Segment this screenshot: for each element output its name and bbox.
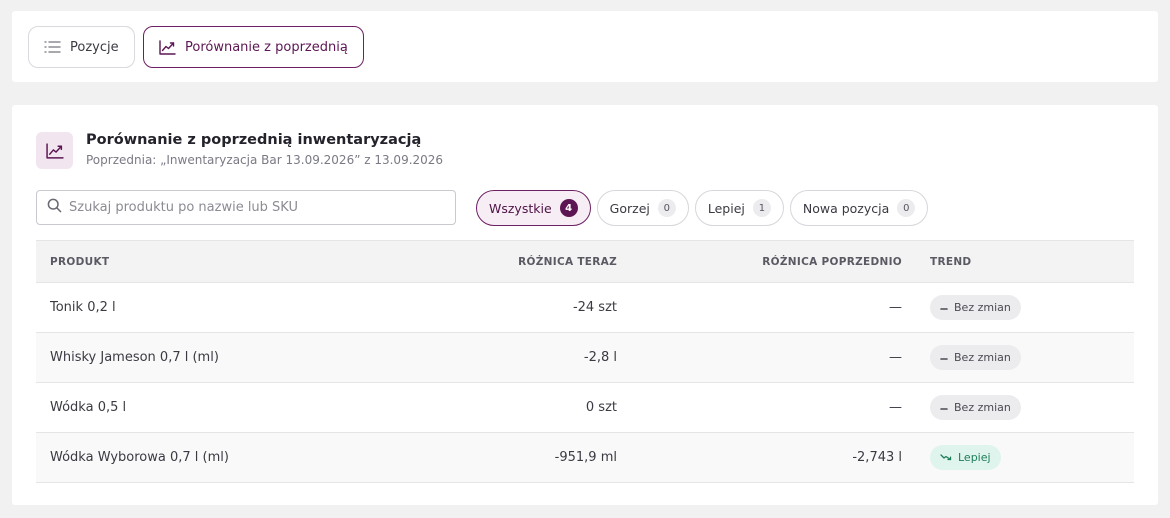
trend-label: Bez zmian bbox=[954, 401, 1011, 414]
diff-now-value: -951,9 ml bbox=[406, 432, 631, 483]
dash-icon bbox=[940, 351, 948, 364]
column-header-diff-now[interactable]: RÓŻNICA TERAZ bbox=[406, 240, 631, 283]
table-row[interactable]: Wódka Wyborowa 0,7 l (ml) -951,9 ml -2,7… bbox=[36, 432, 1134, 483]
filter-chips: Wszystkie 4 Gorzej 0 Lepiej 1 Nowa pozyc… bbox=[476, 190, 929, 226]
trend-cell: Bez zmian bbox=[916, 282, 1134, 333]
list-icon bbox=[44, 40, 61, 54]
product-name: Wódka Wyborowa 0,7 l (ml) bbox=[36, 432, 406, 483]
tab-pozycje-label: Pozycje bbox=[70, 39, 119, 55]
comparison-card: Porównanie z poprzednią inwentaryzacją P… bbox=[12, 105, 1158, 505]
product-name: Tonik 0,2 l bbox=[36, 282, 406, 333]
search-input[interactable] bbox=[69, 200, 449, 215]
table-row[interactable]: Wódka 0,5 l 0 szt — Bez zmian bbox=[36, 382, 1134, 433]
diff-prev-value: — bbox=[631, 332, 916, 383]
tab-pozycje[interactable]: Pozycje bbox=[28, 26, 135, 68]
diff-prev-value: -2,743 l bbox=[631, 432, 916, 483]
filter-count-badge: 0 bbox=[657, 199, 676, 217]
filter-label: Wszystkie bbox=[489, 200, 552, 216]
trend-chart-icon bbox=[159, 39, 176, 55]
search-box[interactable] bbox=[36, 190, 456, 225]
diff-now-value: -24 szt bbox=[406, 282, 631, 333]
trend-badge: Bez zmian bbox=[930, 395, 1021, 420]
dash-icon bbox=[940, 301, 948, 314]
trend-cell: Lepiej bbox=[916, 432, 1134, 483]
dash-icon bbox=[940, 401, 948, 414]
diff-prev-value: — bbox=[631, 282, 916, 333]
column-header-trend[interactable]: TREND bbox=[916, 240, 1134, 283]
filter-label: Lepiej bbox=[707, 200, 745, 216]
page-title: Porównanie z poprzednią inwentaryzacją bbox=[86, 132, 422, 148]
trend-label: Bez zmian bbox=[954, 351, 1011, 364]
trend-label: Bez zmian bbox=[954, 301, 1011, 314]
trend-cell: Bez zmian bbox=[916, 382, 1134, 433]
filter-count-badge: 4 bbox=[559, 199, 578, 217]
column-header-diff-prev[interactable]: RÓŻNICA POPRZEDNIO bbox=[631, 240, 916, 283]
view-tabs-bar: Pozycje Porównanie z poprzednią bbox=[12, 11, 1158, 82]
column-header-product[interactable]: PRODUKT bbox=[36, 240, 406, 283]
trend-badge: Bez zmian bbox=[930, 295, 1021, 320]
search-icon bbox=[47, 198, 62, 217]
filter-lepiej[interactable]: Lepiej 1 bbox=[694, 190, 784, 226]
table-row[interactable]: Tonik 0,2 l -24 szt — Bez zmian bbox=[36, 282, 1134, 333]
trend-label: Lepiej bbox=[958, 451, 991, 464]
table-header-row: PRODUKT RÓŻNICA TERAZ RÓŻNICA POPRZEDNIO… bbox=[36, 240, 1134, 283]
table-row[interactable]: Whisky Jameson 0,7 l (ml) -2,8 l — Bez z… bbox=[36, 332, 1134, 383]
comparison-table: PRODUKT RÓŻNICA TERAZ RÓŻNICA POPRZEDNIO… bbox=[36, 240, 1134, 483]
filter-wszystkie[interactable]: Wszystkie 4 bbox=[476, 190, 591, 226]
tab-porownanie[interactable]: Porównanie z poprzednią bbox=[143, 26, 364, 68]
filter-label: Gorzej bbox=[609, 200, 650, 216]
diff-now-value: -2,8 l bbox=[406, 332, 631, 383]
filter-label: Nowa pozycja bbox=[802, 200, 890, 216]
trend-badge: Bez zmian bbox=[930, 345, 1021, 370]
diff-prev-value: — bbox=[631, 382, 916, 433]
trend-cell: Bez zmian bbox=[916, 332, 1134, 383]
tab-porownanie-label: Porównanie z poprzednią bbox=[185, 39, 348, 55]
previous-inventory-subtitle: Poprzednia: „Inwentaryzacja Bar 13.09.20… bbox=[86, 153, 444, 167]
diff-now-value: 0 szt bbox=[406, 382, 631, 433]
trend-chart-icon bbox=[36, 132, 73, 169]
filter-count-badge: 1 bbox=[752, 199, 771, 217]
filter-gorzej[interactable]: Gorzej 0 bbox=[596, 190, 689, 226]
product-name: Whisky Jameson 0,7 l (ml) bbox=[36, 332, 406, 383]
product-name: Wódka 0,5 l bbox=[36, 382, 406, 433]
filter-count-badge: 0 bbox=[897, 199, 916, 217]
trending-down-icon bbox=[940, 451, 952, 464]
filter-nowa-pozycja[interactable]: Nowa pozycja 0 bbox=[789, 190, 929, 226]
trend-badge: Lepiej bbox=[930, 445, 1001, 470]
